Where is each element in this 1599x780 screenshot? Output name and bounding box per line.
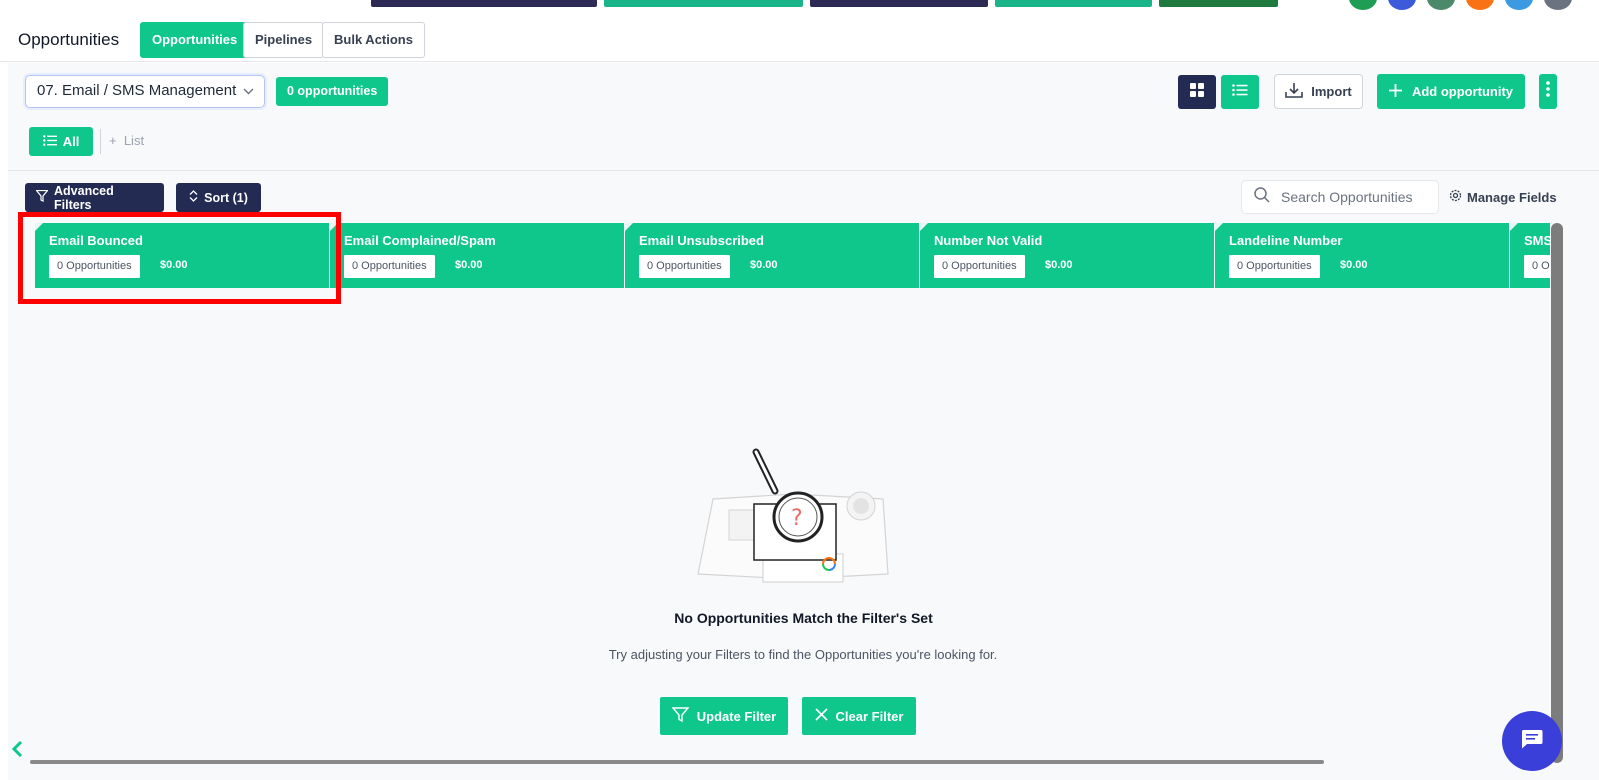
chevron-left-icon[interactable] xyxy=(8,737,26,761)
add-opportunity-button[interactable]: Add opportunity xyxy=(1377,74,1525,109)
opportunity-count-badge: 0 opportunities xyxy=(276,77,389,106)
fold-corner xyxy=(1215,223,1223,231)
filter-icon xyxy=(671,707,690,725)
fold-corner xyxy=(1510,223,1518,231)
empty-state-title: No Opportunities Match the Filter's Set xyxy=(674,610,933,626)
search-icon xyxy=(1254,186,1270,208)
main-content: 07. Email / SMS Management 0 opportuniti… xyxy=(8,63,1599,780)
import-button[interactable]: Import xyxy=(1274,74,1363,109)
stage-column-email-unsubscribed[interactable]: Email Unsubscribed 0 Opportunities $0.00 xyxy=(625,223,919,288)
fold-corner xyxy=(625,223,633,231)
plus-icon: + xyxy=(109,133,117,148)
search-input[interactable] xyxy=(1281,189,1431,205)
stage-count: 0 Opportunities xyxy=(344,255,435,278)
chat-widget-button[interactable] xyxy=(1502,711,1562,771)
sort-button[interactable]: Sort (1) xyxy=(176,183,261,212)
sort-icon xyxy=(189,190,198,205)
avatar[interactable] xyxy=(1466,0,1494,10)
tab-bulk-actions[interactable]: Bulk Actions xyxy=(322,22,425,58)
stage-count: 0 Opportunities xyxy=(1229,255,1320,278)
top-strip xyxy=(0,0,1599,10)
close-icon xyxy=(814,708,828,724)
highlight-box xyxy=(18,212,341,304)
add-list-button[interactable]: + List xyxy=(109,133,144,148)
avatar[interactable] xyxy=(1427,0,1455,10)
stage-column-email-complained[interactable]: Email Complained/Spam 0 Opportunities $0… xyxy=(330,223,624,288)
top-nav-bar[interactable] xyxy=(604,0,803,7)
update-filter-label: Update Filter xyxy=(696,708,777,724)
list-view-button[interactable] xyxy=(1221,75,1259,109)
stage-title: Email Complained/Spam xyxy=(344,233,496,248)
top-nav-bar[interactable] xyxy=(371,0,597,7)
tab-pipelines[interactable]: Pipelines xyxy=(243,22,325,58)
plus-icon xyxy=(1388,83,1402,100)
pipeline-select[interactable]: 07. Email / SMS Management xyxy=(25,75,265,108)
divider xyxy=(8,170,1599,171)
stage-title: Landeline Number xyxy=(1229,233,1343,248)
add-opportunity-label: Add opportunity xyxy=(1411,84,1514,99)
clear-filter-label: Clear Filter xyxy=(835,708,904,724)
top-nav-bar[interactable] xyxy=(1159,0,1278,7)
search-box[interactable] xyxy=(1241,180,1439,214)
svg-text:?: ? xyxy=(791,506,803,531)
stage-amount: $0.00 xyxy=(1340,259,1368,271)
chat-icon xyxy=(1521,729,1543,754)
avatar[interactable] xyxy=(1349,0,1377,10)
empty-state-illustration: ? xyxy=(693,444,893,594)
advanced-filters-button[interactable]: Advanced Filters xyxy=(25,183,164,212)
divider xyxy=(100,129,101,154)
gear-icon xyxy=(1449,189,1462,205)
stage-column-sms[interactable]: SMS 0 Opportunities xyxy=(1510,223,1550,288)
grid-icon xyxy=(1190,82,1204,102)
stage-amount: $0.00 xyxy=(455,259,483,271)
stage-column-landeline-number[interactable]: Landeline Number 0 Opportunities $0.00 xyxy=(1215,223,1509,288)
vertical-scrollbar[interactable] xyxy=(1551,223,1563,763)
download-icon xyxy=(1285,82,1304,102)
stage-title: SMS xyxy=(1524,233,1550,248)
list-icon xyxy=(42,134,57,149)
clear-filter-button[interactable]: Clear Filter xyxy=(802,697,916,735)
empty-state-subtitle: Try adjusting your Filters to find the O… xyxy=(608,647,998,662)
sort-label: Sort (1) xyxy=(204,190,248,205)
manage-fields-button[interactable]: Manage Fields xyxy=(1449,189,1557,205)
top-nav-bar[interactable] xyxy=(810,0,988,7)
page-header: Opportunities Opportunities Pipelines Bu… xyxy=(0,10,1599,62)
update-filter-button[interactable]: Update Filter xyxy=(660,697,788,735)
smart-list-all[interactable]: All xyxy=(29,127,93,156)
chevron-down-icon xyxy=(243,76,254,117)
stage-title: Email Unsubscribed xyxy=(639,233,764,248)
avatar[interactable] xyxy=(1388,0,1416,10)
tab-opportunities[interactable]: Opportunities xyxy=(140,22,250,58)
stage-title: Number Not Valid xyxy=(934,233,1043,248)
add-list-label: List xyxy=(123,133,145,148)
grid-view-button[interactable] xyxy=(1178,75,1216,109)
pipeline-select-value: 07. Email / SMS Management xyxy=(37,82,237,99)
avatar[interactable] xyxy=(1505,0,1533,10)
filter-icon xyxy=(35,189,49,205)
advanced-filters-label: Advanced Filters xyxy=(54,183,114,212)
vertical-dots-icon xyxy=(1546,81,1550,102)
smart-list-all-label: All xyxy=(62,134,80,149)
stage-column-number-not-valid[interactable]: Number Not Valid 0 Opportunities $0.00 xyxy=(920,223,1214,288)
stage-amount: $0.00 xyxy=(750,259,778,271)
stage-count: 0 Opportunities xyxy=(934,255,1025,278)
horizontal-scrollbar[interactable] xyxy=(30,760,1324,764)
stage-count: 0 Opportunities xyxy=(1524,255,1550,278)
import-label: Import xyxy=(1311,84,1352,99)
avatar[interactable] xyxy=(1544,0,1572,10)
fold-corner xyxy=(920,223,928,231)
list-icon xyxy=(1232,83,1248,101)
more-options-button[interactable] xyxy=(1539,74,1557,109)
top-nav-bar[interactable] xyxy=(995,0,1152,7)
page-title: Opportunities xyxy=(18,30,120,49)
manage-fields-label: Manage Fields xyxy=(1467,189,1557,205)
stage-count: 0 Opportunities xyxy=(639,255,730,278)
stage-amount: $0.00 xyxy=(1045,259,1073,271)
